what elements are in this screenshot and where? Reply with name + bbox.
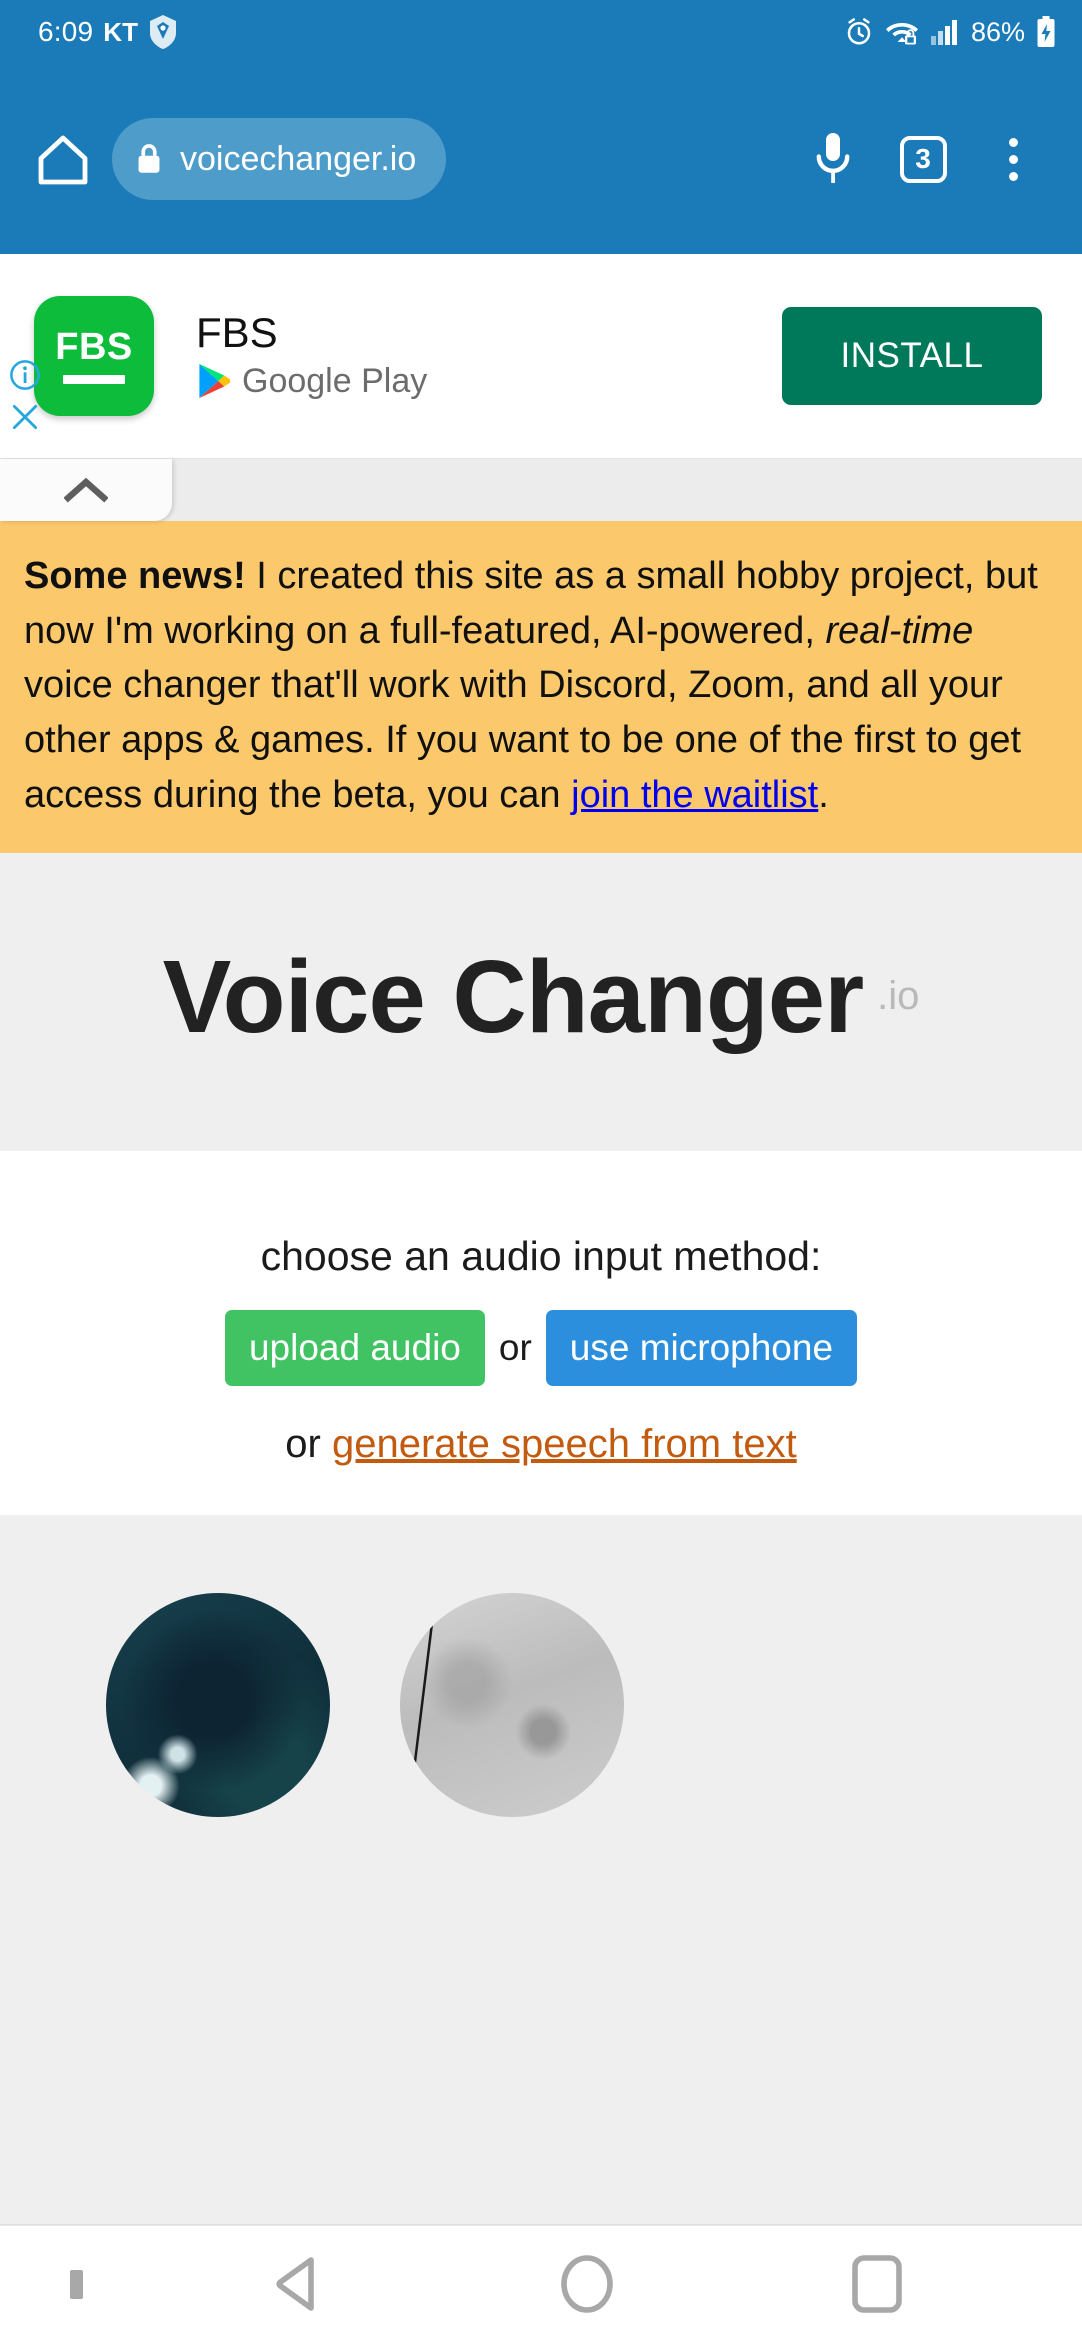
news-banner: Some news! I created this site as a smal… <box>0 521 1082 853</box>
audio-input-chooser: choose an audio input method: upload aud… <box>0 1150 1082 1514</box>
news-part-2: voice changer that'll work with Discord,… <box>24 664 1022 816</box>
ad-close-icon[interactable] <box>7 399 43 435</box>
ad-badge-column <box>2 357 48 435</box>
overflow-menu-icon <box>1008 137 1018 181</box>
nav-back-button[interactable] <box>152 2226 442 2342</box>
status-time: 6:09 <box>38 16 94 47</box>
page-title-tld: .io <box>877 974 920 1019</box>
status-bar: 6:09 KT 86% <box>0 0 1082 64</box>
ad-collapse-button[interactable] <box>0 459 172 521</box>
back-triangle-icon <box>269 2254 325 2314</box>
tab-switcher-button[interactable]: 3 <box>882 118 964 200</box>
generate-speech-link[interactable]: generate speech from text <box>332 1422 797 1466</box>
ad-store-name: Google Play <box>242 361 428 400</box>
tab-count-badge: 3 <box>899 135 947 183</box>
use-microphone-button[interactable]: use microphone <box>545 1309 858 1386</box>
wifi-secured-icon <box>885 17 919 47</box>
toolbar-actions: 3 <box>792 118 1054 200</box>
ad-info-icon[interactable] <box>7 357 43 393</box>
ad-app-logo: FBS <box>34 296 154 416</box>
webpage-viewport: FBS FBS Google Play INSTALL Some news! I… <box>0 254 1082 2225</box>
hide-keyboard-dot-icon <box>69 2269 83 2299</box>
microphone-icon <box>812 131 854 187</box>
chooser-sub-or-label: or <box>285 1421 332 1466</box>
url-bar[interactable]: voicechanger.io <box>112 118 446 200</box>
news-part-3: . <box>818 773 829 816</box>
google-play-icon <box>196 362 230 400</box>
chooser-or-label: or <box>498 1326 532 1368</box>
home-icon <box>35 132 91 186</box>
voice-gallery <box>0 1513 1082 2225</box>
nav-home-button[interactable] <box>442 2226 732 2342</box>
waitlist-link[interactable]: join the waitlist <box>571 774 818 816</box>
voice-thumbnail-2[interactable] <box>400 1592 624 1817</box>
ad-collapse-strip <box>0 459 1082 521</box>
hide-keyboard-button[interactable] <box>0 2269 152 2299</box>
ad-install-button[interactable]: INSTALL <box>782 307 1042 405</box>
alarm-icon <box>844 17 874 47</box>
android-navigation-bar <box>0 2225 1082 2342</box>
ad-text-block: FBS Google Play <box>196 311 427 400</box>
status-bar-right: 86% <box>844 16 1056 48</box>
voice-thumbnail-1[interactable] <box>106 1592 330 1817</box>
chooser-button-row: upload audio or use microphone <box>224 1309 858 1386</box>
url-text: voicechanger.io <box>180 139 417 178</box>
battery-charging-icon <box>1036 16 1056 48</box>
phone-screen: 6:09 KT 86% voicechanger.io 3 FBS FBS Go… <box>0 0 1082 2342</box>
news-emphasis: real-time <box>825 609 974 652</box>
status-bar-left: 6:09 KT <box>38 14 178 50</box>
lock-icon <box>134 142 164 176</box>
home-circle-icon <box>558 2253 616 2315</box>
signal-bars-icon <box>930 17 960 47</box>
nav-recents-button[interactable] <box>732 2226 1022 2342</box>
news-lead: Some news! <box>24 555 246 597</box>
upload-audio-button[interactable]: upload audio <box>224 1309 485 1386</box>
overflow-menu-button[interactable] <box>972 118 1054 200</box>
ad-store-row: Google Play <box>196 362 427 401</box>
status-carrier: KT <box>103 16 138 47</box>
ad-app-title: FBS <box>196 309 278 357</box>
ad-logo-text: FBS <box>55 326 133 368</box>
battery-percent-label: 86% <box>970 16 1025 47</box>
home-button[interactable] <box>20 132 106 186</box>
chooser-sub-row: or generate speech from text <box>285 1422 796 1467</box>
shield-badge-icon <box>148 14 178 50</box>
voice-search-button[interactable] <box>792 118 874 200</box>
ad-banner: FBS FBS Google Play INSTALL <box>0 254 1082 459</box>
recents-square-icon <box>850 2253 904 2315</box>
ad-logo-underline <box>63 375 125 384</box>
page-title: Voice Changer <box>162 939 865 1055</box>
browser-toolbar: voicechanger.io 3 <box>0 64 1082 254</box>
site-header: Voice Changer .io <box>0 852 1082 1151</box>
chevron-up-icon <box>64 476 108 504</box>
chooser-prompt: choose an audio input method: <box>260 1232 822 1279</box>
